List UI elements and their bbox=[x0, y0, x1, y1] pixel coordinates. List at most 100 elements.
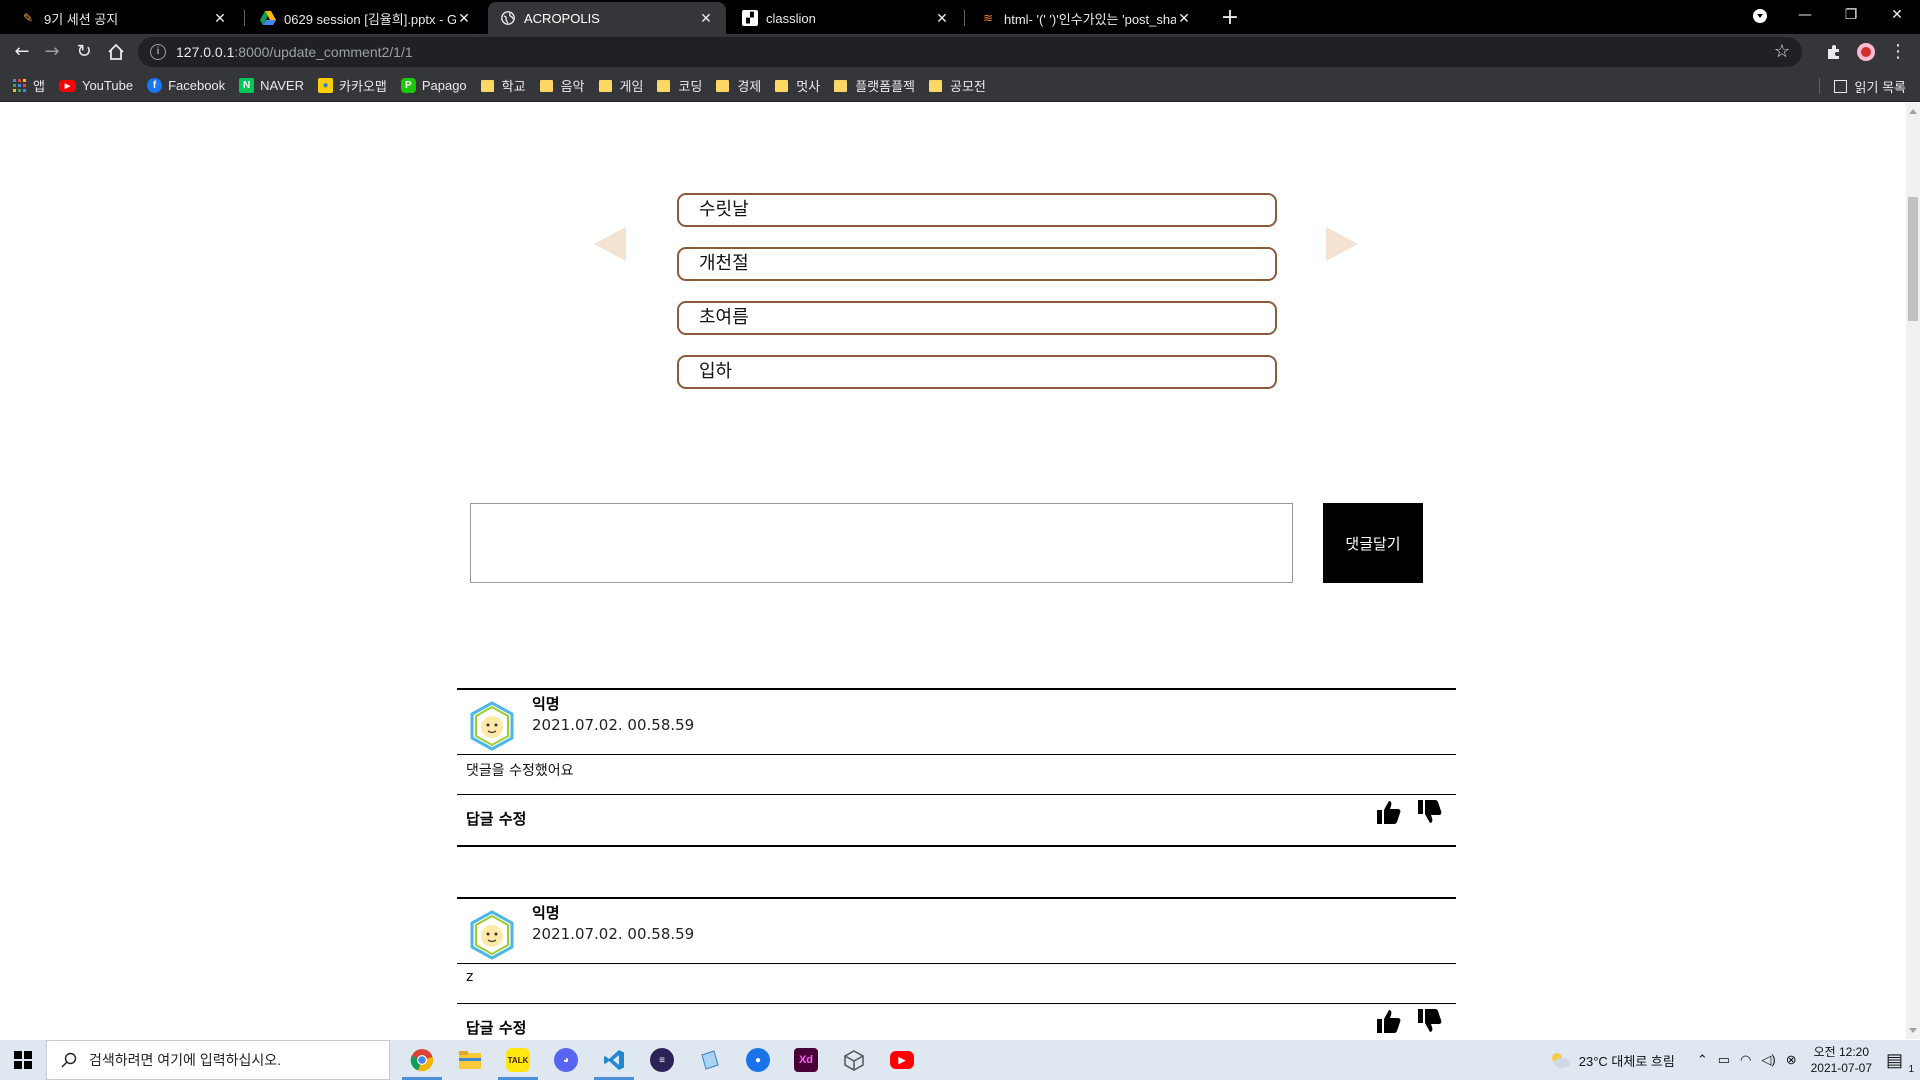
reading-list-label: 읽기 목록 bbox=[1854, 79, 1906, 95]
wifi-icon[interactable]: ◠ bbox=[1740, 1052, 1751, 1068]
bookmark-naver[interactable]: N NAVER bbox=[239, 78, 304, 93]
comment-input[interactable] bbox=[470, 503, 1293, 583]
bookmark-folder-contest[interactable]: 공모전 bbox=[929, 76, 986, 95]
papago-icon: P bbox=[400, 78, 416, 93]
windows-logo-icon bbox=[14, 1051, 32, 1069]
profile-dot-icon[interactable] bbox=[1737, 0, 1783, 32]
tab-4[interactable]: ▞ classlion ✕ bbox=[730, 2, 962, 34]
bookmark-star-icon[interactable]: ☆ bbox=[1774, 41, 1790, 62]
cube-icon bbox=[844, 1050, 864, 1071]
thumbs-up-icon[interactable] bbox=[1374, 798, 1402, 826]
extensions-icon[interactable] bbox=[1820, 38, 1848, 66]
minimize-button[interactable]: — bbox=[1782, 0, 1828, 32]
folder-icon bbox=[598, 79, 612, 92]
comment-submit-button[interactable]: 댓글달기 bbox=[1323, 503, 1423, 583]
bookmark-folder-economy[interactable]: 경제 bbox=[716, 76, 761, 95]
quiz-option-4[interactable]: 입하 bbox=[677, 355, 1277, 389]
bookmark-folder-coding[interactable]: 코딩 bbox=[657, 76, 702, 95]
taskbar-maps[interactable]: ● bbox=[734, 1040, 782, 1080]
new-tab-button[interactable]: + bbox=[1216, 4, 1244, 32]
scroll-down-icon[interactable] bbox=[1909, 1028, 1917, 1033]
quiz-option-1[interactable]: 수릿날 bbox=[677, 193, 1277, 227]
taskbar-file-explorer[interactable] bbox=[446, 1040, 494, 1080]
thumbs-down-icon[interactable] bbox=[1415, 1007, 1443, 1035]
quiz-option-2[interactable]: 개천절 bbox=[677, 247, 1277, 281]
close-icon[interactable]: ✕ bbox=[456, 10, 472, 27]
forward-button[interactable]: → bbox=[38, 38, 66, 66]
taskbar-clock[interactable]: 오전 12:20 2021-07-07 bbox=[1811, 1044, 1872, 1076]
thumbs-down-icon[interactable] bbox=[1415, 798, 1443, 826]
tab-5[interactable]: ≋ html- '(' ')'인수가있는 'post_sha ✕ bbox=[968, 2, 1204, 34]
next-arrow-icon[interactable] bbox=[1326, 227, 1358, 261]
bookmark-folder-likelion[interactable]: 멋사 bbox=[775, 76, 820, 95]
comment-reply-edit[interactable]: 답글 수정 bbox=[466, 808, 526, 829]
tab-2[interactable]: 0629 session [김율희].pptx - Go ✕ bbox=[248, 2, 484, 34]
folder-icon bbox=[775, 79, 789, 92]
close-icon[interactable]: ✕ bbox=[212, 10, 228, 27]
taskbar-notepad[interactable] bbox=[686, 1040, 734, 1080]
vscode-icon bbox=[604, 1050, 624, 1070]
comment-reply-edit[interactable]: 답글 수정 bbox=[466, 1017, 526, 1038]
taskbar-chrome[interactable] bbox=[398, 1040, 446, 1080]
bookmark-youtube[interactable]: ▶ YouTube bbox=[58, 78, 134, 93]
bookmark-label: YouTube bbox=[81, 78, 134, 93]
taskbar-vscode[interactable] bbox=[590, 1040, 638, 1080]
notification-center-button[interactable]: ▤ 1 bbox=[1886, 1049, 1914, 1075]
volume-icon[interactable]: ◁) bbox=[1761, 1052, 1775, 1068]
scroll-thumb[interactable] bbox=[1908, 197, 1918, 321]
reading-list-button[interactable]: 읽기 목록 bbox=[1833, 70, 1906, 102]
search-icon bbox=[61, 1052, 77, 1068]
bookmark-folder-music[interactable]: 음악 bbox=[539, 76, 585, 95]
taskbar-3d-viewer[interactable] bbox=[830, 1040, 878, 1080]
tab-3[interactable]: ACROPOLIS ✕ bbox=[488, 2, 726, 34]
prev-arrow-icon[interactable] bbox=[594, 227, 626, 261]
reload-button[interactable]: ↻ bbox=[70, 38, 98, 66]
map-pin-icon: ● bbox=[746, 1048, 770, 1072]
close-icon[interactable]: ✕ bbox=[1176, 10, 1192, 27]
bookmark-apps[interactable]: 앱 bbox=[12, 76, 45, 95]
thumbs-up-icon[interactable] bbox=[1374, 1007, 1402, 1035]
taskbar-kakaotalk[interactable]: TALK bbox=[494, 1040, 542, 1080]
taskbar-adobe-xd[interactable]: Xd bbox=[782, 1040, 830, 1080]
tab-title: html- '(' ')'인수가있는 'post_sha bbox=[1004, 11, 1176, 27]
windows-start-button[interactable] bbox=[0, 1040, 46, 1080]
scroll-up-icon[interactable] bbox=[1909, 109, 1917, 114]
close-window-button[interactable]: ✕ bbox=[1874, 0, 1920, 32]
url-path: :8000/update_comment2/1/1 bbox=[234, 44, 413, 60]
bookmark-folder-school[interactable]: 학교 bbox=[480, 76, 526, 95]
address-bar[interactable]: i 127.0.0.1:8000/update_comment2/1/1 ☆ bbox=[138, 37, 1802, 67]
close-icon[interactable]: ✕ bbox=[934, 10, 950, 27]
quiz-option-3[interactable]: 초여름 bbox=[677, 301, 1277, 335]
profile-avatar[interactable] bbox=[1852, 38, 1880, 66]
tab-1[interactable]: ✎ 9기 세션 공지 ✕ bbox=[8, 2, 240, 34]
close-icon[interactable]: ✕ bbox=[698, 10, 714, 27]
taskbar-discord[interactable]: ◕ bbox=[542, 1040, 590, 1080]
back-button[interactable]: ← bbox=[8, 38, 36, 66]
restore-button[interactable]: ❐ bbox=[1828, 0, 1874, 32]
browser-toolbar: ← → ↻ i 127.0.0.1:8000/update_comment2/1… bbox=[0, 34, 1920, 70]
notification-icon: ▤ bbox=[1886, 1049, 1904, 1070]
bookmark-papago[interactable]: P Papago bbox=[400, 78, 467, 93]
home-button[interactable] bbox=[102, 38, 130, 66]
comment-author: 익명 bbox=[532, 695, 560, 713]
bookmark-facebook[interactable]: f Facebook bbox=[147, 78, 225, 93]
chevron-up-icon[interactable]: ⌃ bbox=[1697, 1052, 1708, 1068]
folder-icon bbox=[716, 79, 730, 92]
weather-text[interactable]: 23°C 대체로 흐림 bbox=[1579, 1051, 1675, 1070]
menu-kebab-icon[interactable]: ⋮ bbox=[1884, 38, 1912, 66]
taskbar-youtube[interactable]: ▶ bbox=[878, 1040, 926, 1080]
comment-body: 댓글을 수정했어요 bbox=[466, 763, 574, 779]
page-scrollbar[interactable] bbox=[1906, 103, 1920, 1039]
tab-title: ACROPOLIS bbox=[524, 10, 600, 26]
taskbar-eclipse[interactable]: ≡ bbox=[638, 1040, 686, 1080]
facebook-icon: f bbox=[147, 78, 163, 93]
bookmark-folder-platform[interactable]: 플랫폼플젝 bbox=[834, 76, 915, 95]
lion-avatar-icon bbox=[470, 701, 514, 751]
taskbar-search[interactable]: 검색하려면 여기에 입력하십시오. bbox=[46, 1040, 390, 1080]
ime-icon[interactable]: ⊗ bbox=[1786, 1052, 1797, 1068]
kakaomap-icon: ● bbox=[317, 78, 333, 93]
battery-icon[interactable]: ▭ bbox=[1718, 1052, 1730, 1068]
bookmark-kakaomap[interactable]: ● 카카오맵 bbox=[317, 76, 387, 95]
bookmark-folder-game[interactable]: 게임 bbox=[598, 76, 643, 95]
info-icon[interactable]: i bbox=[150, 44, 166, 60]
